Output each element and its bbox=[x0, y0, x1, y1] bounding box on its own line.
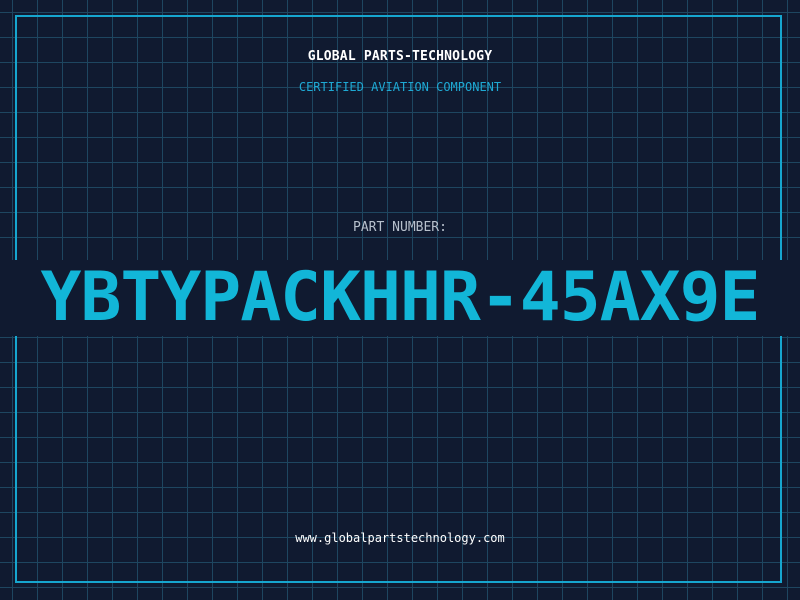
certificate-canvas: GLOBAL PARTS-TECHNOLOGY CERTIFIED AVIATI… bbox=[0, 0, 800, 600]
company-name: GLOBAL PARTS-TECHNOLOGY bbox=[307, 49, 493, 64]
part-number-band: YBTYPACKHHR-45AX9E bbox=[0, 260, 800, 336]
certification-tagline: CERTIFIED AVIATION COMPONENT bbox=[298, 80, 502, 94]
website-url: www.globalpartstechnology.com bbox=[295, 531, 505, 545]
part-number-label: PART NUMBER: bbox=[353, 220, 447, 235]
part-number-value: YBTYPACKHHR-45AX9E bbox=[40, 260, 761, 336]
